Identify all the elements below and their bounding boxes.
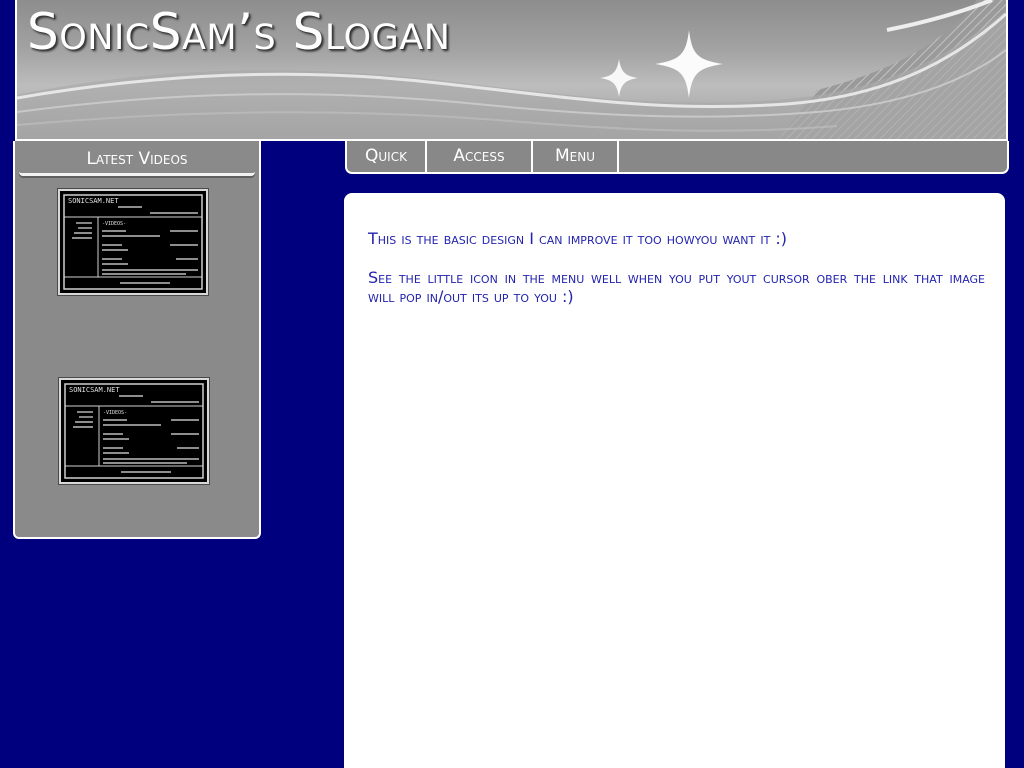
nav-item-quick[interactable]: Quick — [347, 141, 427, 172]
video-thumbnail-1[interactable]: SONICSAM.NET -VIDEOS- — [57, 188, 209, 296]
page: SonicSam’s Slogan Latest Videos SONICSAM… — [0, 0, 1024, 768]
thumb-section-label: -VIDEOS- — [103, 410, 127, 416]
sidebar-heading: Latest Videos — [19, 147, 255, 176]
thumb-section-label: -VIDEOS- — [102, 221, 126, 227]
main-content: This is the basic design I can improve i… — [344, 193, 1005, 768]
nav-item-menu[interactable]: Menu — [533, 141, 619, 172]
nav-item-access[interactable]: Access — [427, 141, 533, 172]
sparkle-small-icon — [600, 59, 638, 97]
video-thumbnail-image: SONICSAM.NET -VIDEOS- — [61, 380, 207, 482]
video-thumbnail-image: SONICSAM.NET -VIDEOS- — [60, 191, 206, 293]
sidebar-latest-videos: Latest Videos SONICSAM.NET -VIDEOS- SONI… — [13, 141, 261, 539]
sparkle-large-icon — [655, 30, 723, 98]
site-title: SonicSam’s Slogan — [27, 3, 451, 61]
thumb-site-label: SONICSAM.NET — [69, 386, 120, 394]
thumb-site-label: SONICSAM.NET — [68, 197, 119, 205]
main-nav: Quick Access Menu — [345, 141, 1009, 174]
content-paragraph-2: See the little icon in the menu well whe… — [368, 268, 985, 306]
video-thumbnail-2[interactable]: SONICSAM.NET -VIDEOS- — [58, 377, 210, 485]
header-banner: SonicSam’s Slogan — [15, 0, 1008, 141]
content-paragraph-1: This is the basic design I can improve i… — [368, 229, 788, 248]
